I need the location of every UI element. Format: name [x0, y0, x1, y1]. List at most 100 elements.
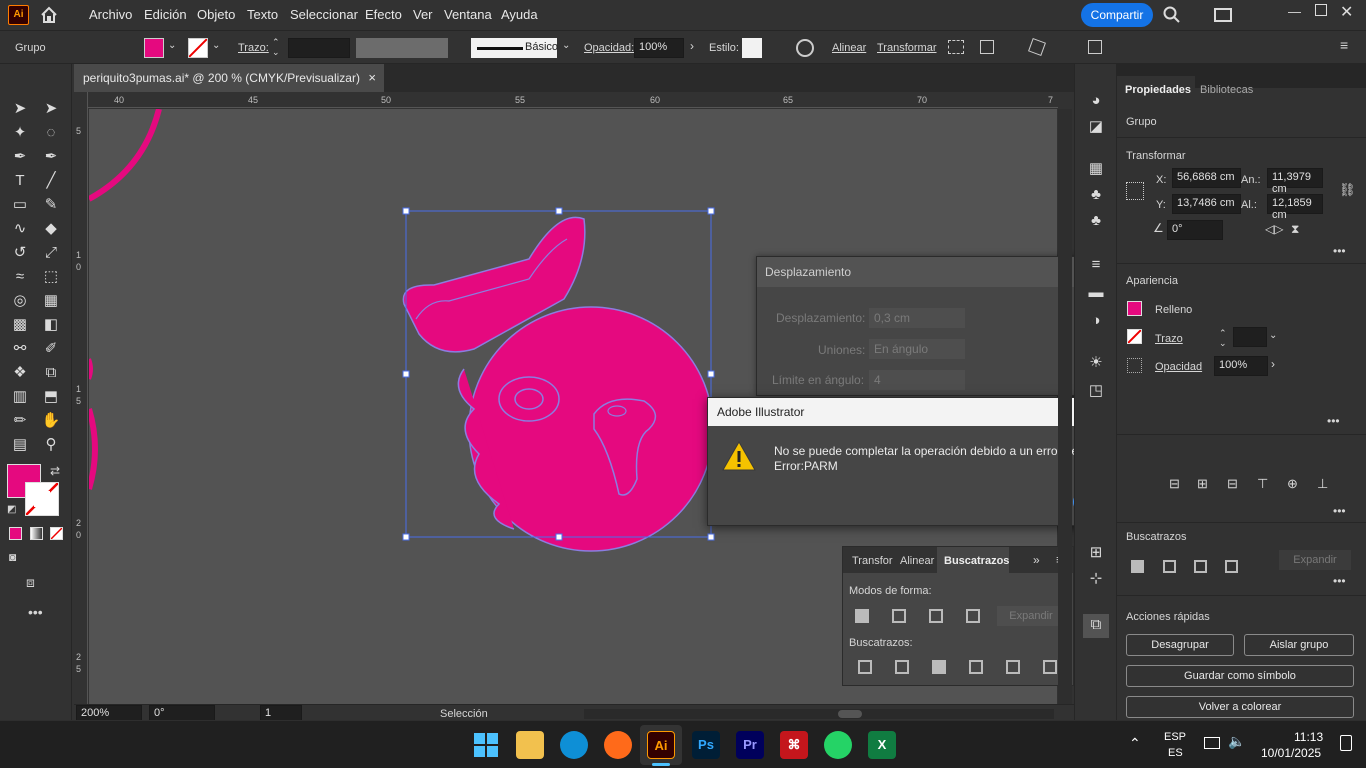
horizontal-scrollbar[interactable] [584, 709, 1054, 719]
file-explorer-icon[interactable] [516, 731, 544, 759]
shaper-tool-icon[interactable]: ∿ [9, 218, 31, 240]
crop-pf-icon[interactable] [969, 660, 983, 674]
align-top-icon[interactable]: ⊤ [1257, 476, 1268, 492]
align-middle-icon[interactable]: ⊕ [1287, 476, 1298, 492]
style-swatch[interactable] [742, 38, 762, 58]
ungroup-button[interactable]: Desagrupar [1126, 634, 1234, 656]
crop-icon[interactable] [1088, 40, 1102, 54]
workspace-icon[interactable] [1214, 8, 1232, 22]
libraries-icon[interactable]: ◪ [1085, 116, 1107, 138]
flip-horizontal-icon[interactable]: ◁▷ [1265, 222, 1283, 236]
opacity-link[interactable]: Opacidad [1155, 361, 1202, 373]
joins-select[interactable]: En ángulo [869, 339, 965, 359]
width-input[interactable]: 11,3979 cm [1267, 168, 1323, 195]
menu-ayuda[interactable]: Ayuda [501, 7, 538, 22]
blend-tool-icon[interactable]: ⚯ [9, 338, 31, 360]
menu-archivo[interactable]: Archivo [89, 7, 132, 22]
recolor-button[interactable]: Volver a colorear [1126, 696, 1354, 718]
close-icon[interactable]: × [368, 70, 376, 85]
expand-button[interactable]: Expandir [1279, 550, 1351, 570]
chevron-right-icon[interactable]: › [690, 39, 694, 53]
unlink-icon[interactable]: ⛓ [1339, 182, 1356, 198]
eyedropper-icon[interactable]: ✐ [40, 338, 62, 360]
graphic-styles-icon[interactable]: ◳ [1085, 380, 1107, 402]
reference-point-icon[interactable] [1126, 182, 1144, 200]
symbol-sprayer-icon[interactable]: ❖ [9, 362, 31, 384]
flip-vertical-icon[interactable]: ⧗ [1291, 222, 1299, 237]
align-link[interactable]: Alinear [832, 42, 866, 54]
gradient-panel-icon[interactable]: ▬ [1085, 282, 1107, 304]
menu-ventana[interactable]: Ventana [444, 7, 492, 22]
variable-width-field[interactable] [356, 38, 448, 58]
line-tool-icon[interactable]: ╱ [40, 170, 62, 192]
vertical-scrollbar[interactable] [1058, 109, 1072, 704]
firefox-icon[interactable] [604, 731, 632, 759]
illustrator-taskbar-icon[interactable]: Ai [647, 731, 675, 759]
notifications-icon[interactable] [1340, 735, 1352, 751]
none-mode-icon[interactable] [50, 527, 63, 540]
stroke-link[interactable]: Trazo [1155, 333, 1183, 345]
tab-align[interactable]: Alinear [900, 555, 934, 567]
unite-icon[interactable] [855, 609, 869, 623]
whatsapp-icon[interactable] [824, 731, 852, 759]
stroke-swatch[interactable] [188, 38, 208, 58]
tab-libraries[interactable]: Bibliotecas [1200, 84, 1253, 96]
width-tool-icon[interactable]: ≈ [9, 266, 31, 288]
unite-icon[interactable] [1131, 560, 1144, 573]
perspective-grid-icon[interactable]: ▦ [40, 290, 62, 312]
miter-input[interactable]: 4 [869, 370, 965, 390]
merge-icon[interactable] [932, 660, 946, 674]
pathfinder-panel-icon[interactable]: ⧉ [1083, 614, 1109, 638]
acrobat-icon[interactable]: ⌘ [780, 731, 808, 759]
shape-builder-icon[interactable]: ◎ [9, 290, 31, 312]
symbols-icon[interactable]: ♣ [1085, 184, 1107, 206]
brush-field[interactable]: Básico [471, 38, 558, 58]
height-input[interactable]: 12,1859 cm [1267, 194, 1323, 221]
stroke-swatch[interactable] [1127, 329, 1142, 344]
swatches-icon[interactable]: ♣ [1085, 210, 1107, 232]
slice-tool-icon[interactable]: ⬒ [40, 386, 62, 408]
current-tool[interactable]: Selección [440, 708, 488, 720]
appearance-icon[interactable]: ☀ [1085, 352, 1107, 374]
magic-wand-icon[interactable]: ✦ [9, 122, 31, 144]
more-tools-icon[interactable]: ••• [28, 604, 43, 620]
type-tool-icon[interactable]: T [9, 170, 31, 192]
window-close-icon[interactable]: ✕ [1340, 2, 1353, 22]
stroke-label[interactable]: Trazo: [238, 42, 269, 54]
pencil-tool-icon[interactable]: ✏ [9, 410, 31, 432]
chevron-down-icon[interactable]: ⌄ [562, 40, 570, 51]
transparency-icon[interactable]: ◑ [1085, 310, 1107, 332]
tray-chevron-icon[interactable]: ⌃ [1129, 735, 1141, 752]
align-bottom-icon[interactable]: ⊥ [1317, 476, 1328, 492]
tab-pathfinder[interactable]: Buscatrazos [944, 555, 1009, 567]
stepper-icon[interactable]: ⌃ ⌄ [272, 37, 280, 57]
curvature-tool-icon[interactable]: ✒ [40, 146, 62, 168]
stepper-icon[interactable]: ⌃ ⌄ [1219, 328, 1227, 348]
trim-icon[interactable] [895, 660, 909, 674]
menu-seleccionar[interactable]: Seleccionar [290, 7, 358, 22]
exclude-icon[interactable] [1225, 560, 1238, 573]
pen-tool-icon[interactable]: ✒ [9, 146, 31, 168]
offset-input[interactable]: 0,3 cm [869, 308, 965, 328]
more-options-icon[interactable]: ••• [1327, 414, 1340, 428]
network-icon[interactable] [1204, 737, 1220, 749]
scale-tool-icon[interactable]: ⤢ [40, 242, 62, 264]
more-options-icon[interactable]: ••• [1333, 574, 1346, 588]
stroke-panel-icon[interactable]: ≡ [1085, 254, 1107, 276]
intersect-icon[interactable] [929, 609, 943, 623]
paintbrush-tool-icon[interactable]: ✎ [40, 194, 62, 216]
divide-icon[interactable] [858, 660, 872, 674]
zoom-tool-icon[interactable]: ⚲ [40, 434, 62, 456]
chevron-down-icon[interactable]: ⌄ [1269, 330, 1277, 341]
share-button[interactable]: Compartir [1081, 3, 1153, 27]
tab-transform[interactable]: Transfor [852, 555, 893, 567]
expand-button[interactable]: Expandir [997, 606, 1065, 626]
edge-icon[interactable] [560, 731, 588, 759]
swap-colors-icon[interactable]: ⇄ [50, 464, 60, 478]
opacity-label[interactable]: Opacidad: [584, 42, 634, 54]
minus-back-icon[interactable] [1043, 660, 1057, 674]
opacity-input[interactable]: 100% [634, 38, 684, 58]
intersect-icon[interactable] [1194, 560, 1207, 573]
document-tab[interactable]: periquito3pumas.ai* @ 200 % (CMYK/Previs… [74, 64, 384, 92]
recolor-icon[interactable] [796, 39, 814, 57]
